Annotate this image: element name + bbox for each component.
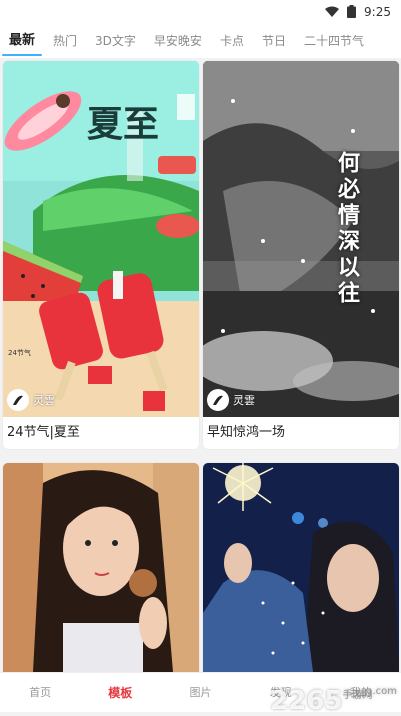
poster-title: 夏至 — [87, 103, 160, 145]
poster-tag: 24节气 — [8, 349, 31, 357]
nav-templates[interactable]: 模板 — [80, 673, 160, 712]
tab-beat[interactable]: 卡点 — [211, 24, 253, 58]
author-name: 灵雲 — [233, 394, 255, 407]
tab-latest[interactable]: 最新 — [0, 24, 44, 58]
nav-images[interactable]: 图片 — [160, 673, 240, 712]
wifi-icon — [325, 3, 340, 22]
template-grid: 夏至 24节气 灵雲 24节气|夏至 何必情深以往 灵雲 早知惊鸿一场 — [0, 58, 401, 672]
tab-hot[interactable]: 热门 — [44, 24, 86, 58]
poem-poster-illustration — [203, 61, 399, 417]
status-time: 9:25 — [364, 5, 391, 19]
poster-poem: 何必情深以往 — [334, 151, 360, 307]
nav-home[interactable]: 首页 — [0, 673, 80, 712]
template-card[interactable] — [3, 463, 199, 672]
watermark-sub: 手游网 — [342, 690, 373, 701]
tab-solar-terms[interactable]: 二十四节气 — [295, 24, 373, 58]
author-info: 灵雲 — [207, 389, 255, 411]
tab-festival[interactable]: 节日 — [253, 24, 295, 58]
tab-3d-text[interactable]: 3D文字 — [86, 24, 145, 58]
template-card[interactable]: 夏至 24节气 灵雲 24节气|夏至 — [3, 61, 199, 449]
author-info: 灵雲 — [7, 389, 55, 411]
battery-icon — [347, 3, 357, 22]
portrait-photo — [203, 463, 399, 672]
watermark-suffix: .com — [372, 686, 397, 697]
template-thumbnail[interactable]: 夏至 24节气 灵雲 — [3, 61, 199, 417]
author-name: 灵雲 — [33, 394, 55, 407]
category-tabs: 最新 热门 3D文字 早安晚安 卡点 节日 二十四节气 — [0, 24, 401, 58]
avatar — [207, 389, 229, 411]
template-thumbnail[interactable]: 何必情深以往 灵雲 — [203, 61, 399, 417]
template-thumbnail[interactable] — [203, 463, 399, 672]
avatar — [7, 389, 29, 411]
status-bar: 9:25 — [0, 0, 401, 24]
template-card[interactable] — [203, 463, 399, 672]
tab-morning-night[interactable]: 早安晚安 — [145, 24, 211, 58]
template-title: 早知惊鸿一场 — [203, 417, 399, 449]
template-title: 24节气|夏至 — [3, 417, 199, 449]
template-card[interactable]: 何必情深以往 灵雲 早知惊鸿一场 — [203, 61, 399, 449]
portrait-photo — [3, 463, 199, 672]
template-thumbnail[interactable] — [3, 463, 199, 672]
